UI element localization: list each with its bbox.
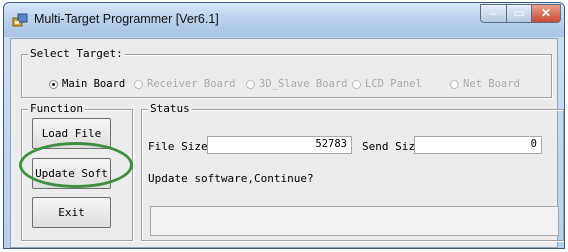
radio-net-board[interactable]: Net Board xyxy=(450,77,520,91)
highlight-ring xyxy=(19,142,133,188)
maximize-icon: ▭ xyxy=(513,6,525,20)
function-label: Function xyxy=(28,102,85,115)
radio-dot-icon xyxy=(246,79,255,89)
minimize-button[interactable]: – xyxy=(480,4,507,23)
close-icon: ✕ xyxy=(540,6,552,20)
status-bar xyxy=(150,206,559,236)
radio-label: 3D_Slave Board xyxy=(259,78,348,90)
radio-label: Net Board xyxy=(463,78,520,90)
radio-dot-icon xyxy=(49,79,58,89)
radio-main-board[interactable]: Main Board xyxy=(49,77,125,91)
app-icon xyxy=(12,13,28,27)
radio-label: LCD Panel xyxy=(365,78,422,90)
select-target-label: Select Target: xyxy=(28,47,125,60)
select-target-group: Select Target: Main Board Receiver Board… xyxy=(21,47,552,98)
status-group: Status File Size: 52783 Send Size 0 Upda… xyxy=(141,102,564,241)
radio-label: Receiver Board xyxy=(147,78,236,90)
close-button[interactable]: ✕ xyxy=(531,4,561,23)
exit-button[interactable]: Exit xyxy=(32,197,111,228)
radio-3d-slave-board[interactable]: 3D_Slave Board xyxy=(246,77,348,91)
app-window: Multi-Target Programmer [Ver6.1] – ▭ ✕ S… xyxy=(3,2,565,249)
window-title: Multi-Target Programmer [Ver6.1] xyxy=(34,12,219,26)
radio-lcd-panel[interactable]: LCD Panel xyxy=(352,77,422,91)
status-label: Status xyxy=(148,102,192,115)
radio-dot-icon xyxy=(352,79,361,89)
status-message: Update software,Continue? xyxy=(148,172,314,185)
radio-dot-icon xyxy=(134,79,143,89)
file-size-field: 52783 xyxy=(207,136,352,154)
maximize-button[interactable]: ▭ xyxy=(506,4,532,23)
radio-receiver-board[interactable]: Receiver Board xyxy=(134,77,236,91)
radio-dot-icon xyxy=(450,79,459,89)
minimize-icon: – xyxy=(490,6,497,20)
send-size-label: Send Size xyxy=(362,140,422,153)
file-size-label: File Size: xyxy=(148,140,215,153)
send-size-field: 0 xyxy=(414,136,542,154)
radio-label: Main Board xyxy=(62,78,126,90)
title-bar[interactable]: Multi-Target Programmer [Ver6.1] – ▭ ✕ xyxy=(4,3,564,37)
